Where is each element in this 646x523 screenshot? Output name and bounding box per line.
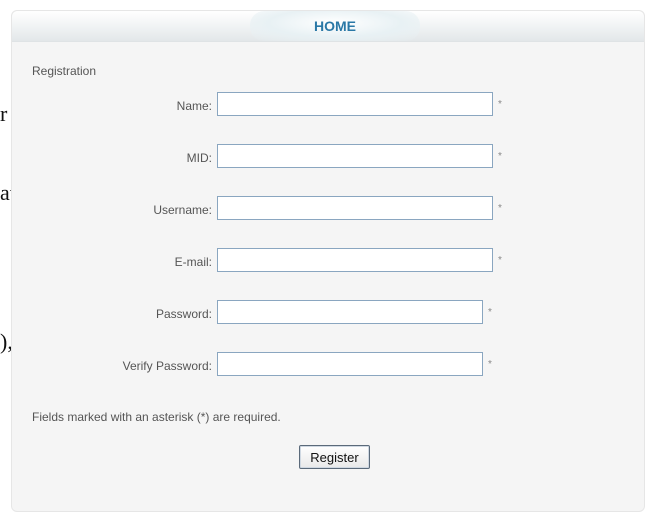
background-text-fragment: r bbox=[0, 101, 8, 126]
name-input[interactable] bbox=[217, 92, 493, 116]
name-label: Name: bbox=[176, 99, 212, 113]
required-asterisk: * bbox=[498, 151, 502, 162]
verify-password-label: Verify Password: bbox=[122, 359, 212, 373]
form-row-email: E-mail: * bbox=[12, 248, 644, 278]
password-label: Password: bbox=[155, 307, 212, 321]
registration-panel: HOME Registration Name: * MID: * Usernam… bbox=[11, 10, 645, 512]
required-asterisk: * bbox=[498, 203, 502, 214]
form-row-username: Username: * bbox=[12, 196, 644, 226]
form-row-password: Password: * bbox=[12, 300, 644, 330]
form-title: Registration bbox=[32, 64, 97, 78]
username-label: Username: bbox=[153, 203, 212, 217]
email-label: E-mail: bbox=[174, 255, 212, 269]
top-nav-bar: HOME bbox=[12, 11, 644, 42]
register-button[interactable]: Register bbox=[299, 445, 370, 469]
home-tab[interactable]: HOME bbox=[250, 11, 420, 41]
required-asterisk: * bbox=[488, 359, 492, 370]
username-input[interactable] bbox=[217, 196, 493, 220]
email-input[interactable] bbox=[217, 248, 493, 272]
verify-password-input[interactable] bbox=[217, 352, 483, 376]
form-row-mid: MID: * bbox=[12, 144, 644, 174]
password-input[interactable] bbox=[217, 300, 483, 324]
form-row-name: Name: * bbox=[12, 92, 644, 122]
mid-label: MID: bbox=[186, 151, 212, 165]
required-asterisk: * bbox=[488, 307, 492, 318]
required-fields-note: Fields marked with an asterisk (*) are r… bbox=[32, 410, 281, 424]
required-asterisk: * bbox=[498, 99, 502, 110]
mid-input[interactable] bbox=[217, 144, 493, 168]
form-row-verify-password: Verify Password: * bbox=[12, 352, 644, 382]
required-asterisk: * bbox=[498, 255, 502, 266]
